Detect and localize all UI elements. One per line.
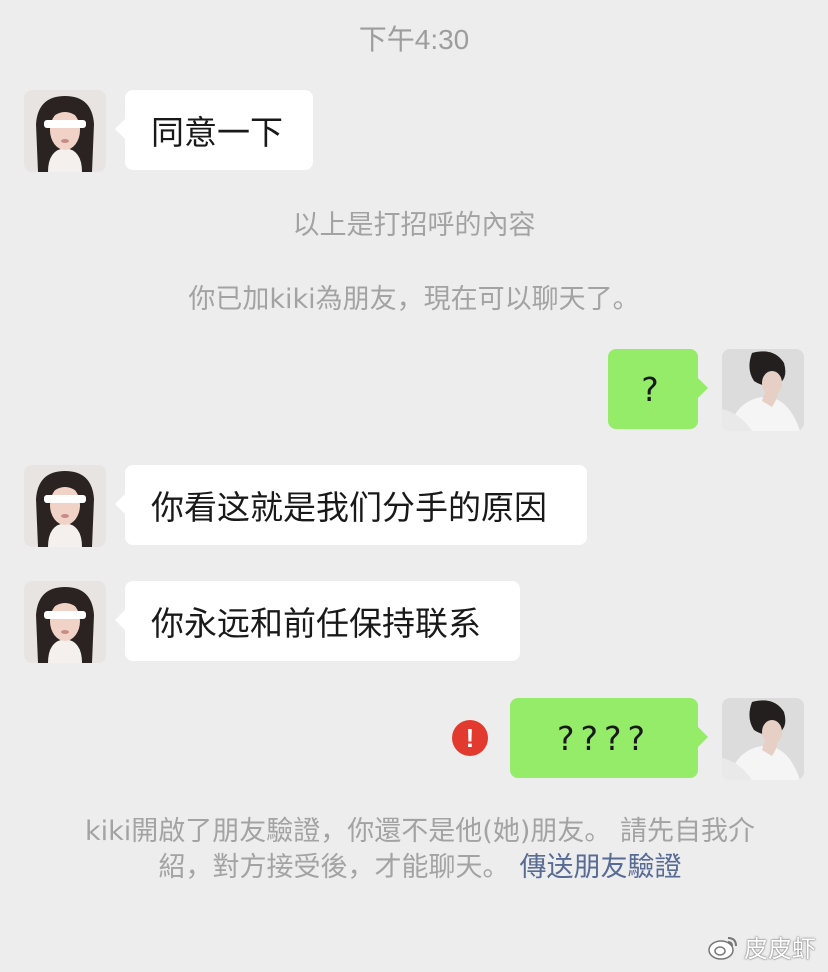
greeting-note: 以上是打招呼的內容 — [292, 210, 536, 241]
chat-timestamp: 下午4:30 — [358, 24, 470, 55]
message-text: 同意一下 — [151, 113, 283, 152]
send-failed-icon[interactable]: ! — [452, 720, 488, 756]
friend-verification-notice: kiki開啟了朋友驗證，你還不是他(她)朋友。 請先自我介紹，對方接受後，才能聊… — [60, 814, 780, 886]
watermark-text: 皮皮虾 — [744, 935, 816, 963]
message-text: 你看这就是我们分手的原因 — [151, 488, 547, 527]
added-friend-note: 你已加kiki為朋友，現在可以聊天了。 — [188, 284, 640, 315]
contact-avatar[interactable] — [24, 465, 106, 547]
message-text: ? — [641, 369, 665, 409]
self-avatar[interactable] — [722, 349, 804, 431]
message-text: ???? — [556, 718, 652, 758]
message-bubble-outgoing[interactable]: ? — [608, 349, 708, 429]
send-verification-link[interactable]: 傳送朋友驗證 — [520, 852, 682, 883]
contact-avatar[interactable] — [24, 581, 106, 663]
watermark: 皮皮虾 — [708, 929, 816, 964]
weibo-logo-icon — [708, 934, 738, 960]
message-bubble-incoming[interactable]: 同意一下 — [115, 90, 313, 170]
message-bubble-incoming[interactable]: 你永远和前任保持联系 — [115, 581, 520, 661]
contact-avatar[interactable] — [24, 90, 106, 172]
message-text: 你永远和前任保持联系 — [151, 604, 481, 643]
message-bubble-outgoing[interactable]: ???? — [510, 698, 708, 778]
self-avatar[interactable] — [722, 698, 804, 780]
message-bubble-incoming[interactable]: 你看这就是我们分手的原因 — [115, 465, 587, 545]
